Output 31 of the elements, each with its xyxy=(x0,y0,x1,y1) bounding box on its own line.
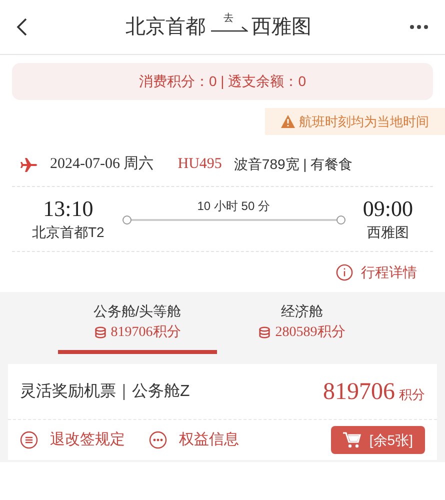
flight-date: 2024-07-06 周六 xyxy=(50,154,154,174)
list-icon xyxy=(20,431,38,449)
airplane-icon xyxy=(20,156,38,172)
flight-duration: 10 小时 50 分 xyxy=(197,198,270,215)
more-circle-icon xyxy=(149,431,167,449)
fare-price: 819706 积分 xyxy=(323,378,425,406)
aircraft-info: 波音789宽 | 有餐食 xyxy=(234,155,353,174)
book-button[interactable]: [余5张] xyxy=(331,426,425,454)
coins-icon xyxy=(258,326,272,339)
departure-airport: 北京首都T2 xyxy=(32,223,104,242)
coins-icon xyxy=(94,326,107,339)
notice-banner: 航班时刻均为当地时间 xyxy=(265,108,445,135)
direction-label: 去 xyxy=(224,14,234,24)
destination-city: 西雅图 xyxy=(252,15,312,40)
back-icon[interactable] xyxy=(16,17,28,37)
info-icon xyxy=(336,264,353,280)
cart-icon xyxy=(343,432,362,448)
flight-number: HU495 xyxy=(178,155,222,174)
warning-icon xyxy=(281,115,295,128)
departure-time: 13:10 xyxy=(43,194,94,222)
origin-city: 北京首都 xyxy=(126,15,206,40)
more-icon[interactable] xyxy=(409,24,429,30)
arrival-airport: 西雅图 xyxy=(366,223,409,242)
arrival-time: 09:00 xyxy=(362,194,413,222)
itinerary-details-link[interactable]: 行程详情 xyxy=(336,262,417,282)
refund-rules-link[interactable]: 退改签规定 xyxy=(20,428,125,452)
fare-name: 灵活奖励机票｜公务舱Z xyxy=(20,382,190,402)
benefits-link[interactable]: 权益信息 xyxy=(149,428,239,452)
points-banner: 消费积分：0 | 透支余额：0 xyxy=(12,63,433,100)
cabin-tab[interactable]: 公务舱/头等舱 819706积分 xyxy=(58,294,216,354)
cabin-tab[interactable]: 经济舱 280589积分 xyxy=(222,294,381,354)
